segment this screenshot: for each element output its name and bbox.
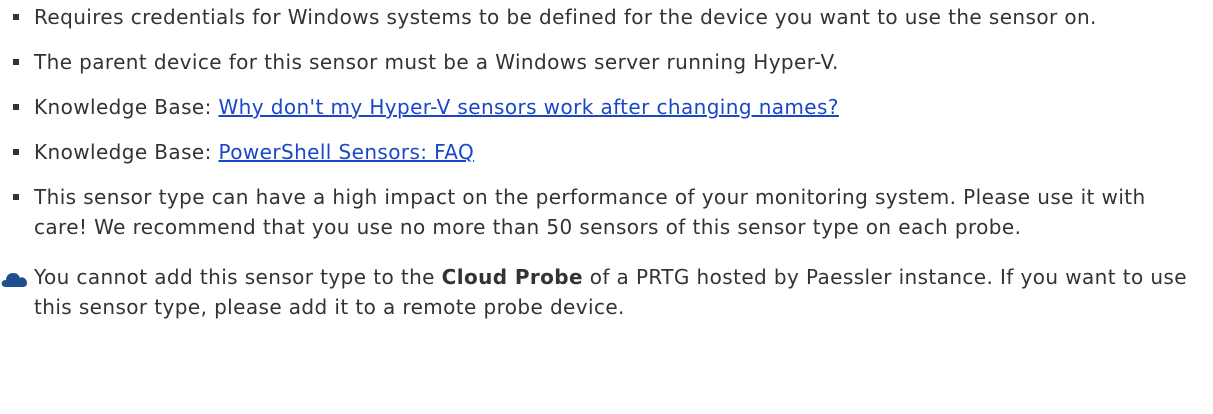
bullet-icon (13, 104, 19, 110)
requirements-list: Requires credentials for Windows systems… (0, 2, 1213, 242)
list-item-text: The parent device for this sensor must b… (34, 50, 839, 74)
list-item-performance: This sensor type can have a high impact … (0, 182, 1213, 242)
list-item-kb-hyperv: Knowledge Base: Why don't my Hyper-V sen… (0, 92, 1213, 122)
bullet-icon (13, 59, 19, 65)
cloud-icon (1, 273, 27, 287)
kb-link-powershell-faq[interactable]: PowerShell Sensors: FAQ (219, 140, 475, 164)
bullet-icon (13, 194, 19, 200)
list-item-parent-device: The parent device for this sensor must b… (0, 47, 1213, 77)
list-item-kb-powershell: Knowledge Base: PowerShell Sensors: FAQ (0, 137, 1213, 167)
kb-link-hyperv-names[interactable]: Why don't my Hyper-V sensors work after … (219, 95, 839, 119)
list-item-text: This sensor type can have a high impact … (34, 185, 1146, 239)
list-item-prefix: Knowledge Base: (34, 95, 219, 119)
list-item-text: Requires credentials for Windows systems… (34, 5, 1097, 29)
document-body: Requires credentials for Windows systems… (0, 0, 1213, 322)
list-item-prefix: Knowledge Base: (34, 140, 219, 164)
bullet-icon (13, 14, 19, 20)
cloud-probe-note: You cannot add this sensor type to the C… (0, 262, 1213, 322)
note-text-before: You cannot add this sensor type to the (34, 265, 442, 289)
note-cloud-probe-term: Cloud Probe (441, 265, 583, 289)
list-item-credentials: Requires credentials for Windows systems… (0, 2, 1213, 32)
bullet-icon (13, 149, 19, 155)
